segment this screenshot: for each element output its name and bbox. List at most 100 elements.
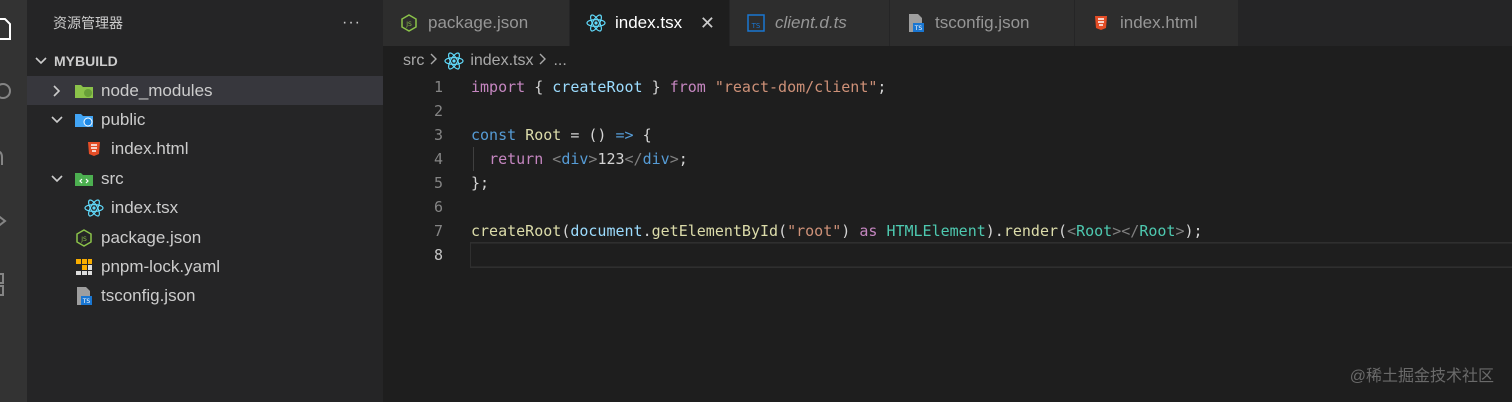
nodejs-icon: JS	[399, 13, 419, 33]
code-line-7: createRoot(document.getElementById("root…	[471, 219, 1512, 243]
code-token: >	[669, 150, 679, 168]
code-token: ;	[877, 78, 887, 96]
code-line-3: const Root = () => {	[471, 123, 1512, 147]
code-token: return	[489, 150, 544, 168]
activity-bar	[0, 0, 27, 402]
breadcrumb-more[interactable]: ...	[553, 52, 566, 70]
code-token: document	[570, 222, 643, 240]
project-root[interactable]: MYBUILD	[27, 46, 383, 76]
tree-item-node-modules[interactable]: node_modules	[27, 76, 383, 106]
tree-item-pnpm-lock[interactable]: pnpm-lock.yaml	[27, 252, 383, 281]
code-token: = ()	[561, 126, 616, 144]
line-number: 3	[433, 126, 443, 144]
code-token: {	[525, 78, 553, 96]
breadcrumb-file[interactable]: index.tsx	[470, 52, 533, 70]
tree-item-tsconfig-json[interactable]: TS tsconfig.json	[27, 282, 383, 311]
tree-item-label: public	[101, 110, 146, 130]
source-control-icon[interactable]	[0, 142, 27, 172]
code-token: createRoot	[552, 78, 643, 96]
more-actions-button[interactable]: ···	[342, 14, 361, 32]
code-token: {	[633, 126, 652, 144]
chevron-down-icon	[32, 57, 50, 65]
line-number: 1	[433, 78, 443, 96]
code-token: (	[561, 222, 571, 240]
extensions-icon[interactable]	[0, 270, 27, 300]
code-token: Root	[1076, 222, 1113, 240]
code-token: div	[642, 150, 670, 168]
code-line-1: import { createRoot } from "react-dom/cl…	[471, 75, 1512, 99]
explorer-title: 资源管理器	[53, 15, 123, 31]
code-editor[interactable]: import { createRoot } from "react-dom/cl…	[470, 75, 1512, 268]
tab-package-json[interactable]: JS package.json	[383, 0, 570, 46]
react-icon	[83, 198, 105, 218]
svg-text:JS: JS	[405, 21, 412, 28]
code-token: div	[561, 150, 589, 168]
line-number-gutter: 1 2 3 4 5 6 7 8	[383, 75, 443, 267]
svg-text:TS: TS	[82, 298, 91, 305]
tab-tsconfig-json[interactable]: TS tsconfig.json	[890, 0, 1075, 46]
code-line-5: };	[471, 171, 1512, 195]
tab-index-tsx[interactable]: index.tsx ✕	[570, 0, 730, 46]
line-number: 6	[433, 198, 443, 216]
code-token: .	[642, 222, 652, 240]
project-name: MYBUILD	[54, 53, 118, 69]
tree-item-label: index.tsx	[111, 198, 179, 218]
line-number: 4	[433, 150, 443, 168]
tree-item-index-html[interactable]: index.html	[27, 135, 383, 164]
folder-node-icon	[73, 81, 95, 101]
explorer-header: 资源管理器 ···	[27, 0, 383, 46]
files-icon[interactable]	[0, 14, 27, 44]
chevron-right-icon	[49, 85, 65, 97]
tab-label: index.tsx	[615, 13, 683, 32]
code-token: ;	[678, 150, 688, 168]
tab-client-d-ts[interactable]: TS client.d.ts	[730, 0, 890, 46]
search-icon[interactable]	[0, 76, 27, 106]
tsconfig-icon: TS	[73, 286, 95, 306]
line-number-current: 8	[433, 246, 443, 264]
line-number: 5	[433, 174, 443, 192]
tree-item-label: tsconfig.json	[101, 286, 196, 306]
tab-label: package.json	[428, 13, 529, 32]
tree-item-index-tsx[interactable]: index.tsx	[27, 194, 383, 223]
tree-item-src[interactable]: src	[27, 164, 383, 193]
react-icon	[444, 52, 464, 70]
chevron-down-icon	[49, 175, 65, 183]
code-token: >	[1112, 222, 1122, 240]
code-token: createRoot	[471, 222, 562, 240]
code-token: from	[669, 78, 706, 96]
tab-label: index.html	[1120, 13, 1198, 32]
pnpm-icon	[73, 257, 95, 277]
code-token: };	[471, 174, 490, 192]
tab-index-html[interactable]: index.html	[1075, 0, 1239, 46]
close-icon[interactable]: ✕	[700, 13, 715, 34]
code-token: ).	[985, 222, 1004, 240]
chevron-right-icon	[430, 52, 438, 70]
chevron-right-icon	[539, 52, 547, 70]
tab-label: tsconfig.json	[935, 13, 1030, 32]
svg-text:TS: TS	[751, 22, 761, 30]
code-token: <	[552, 150, 562, 168]
tree-item-public[interactable]: public	[27, 105, 383, 134]
code-token: getElementById	[651, 222, 779, 240]
breadcrumb-folder[interactable]: src	[403, 52, 424, 70]
tree-item-package-json[interactable]: JS package.json	[27, 223, 383, 252]
code-token: </	[624, 150, 643, 168]
code-token: );	[1184, 222, 1203, 240]
code-token: render	[1003, 222, 1059, 240]
code-token: }	[642, 78, 670, 96]
code-token: import	[471, 78, 526, 96]
code-token: HTMLElement	[886, 222, 986, 240]
tab-bar: JS package.json index.tsx ✕ TS client.d.…	[383, 0, 1512, 46]
run-debug-icon[interactable]	[0, 206, 27, 236]
tsconfig-icon: TS	[906, 13, 926, 33]
chevron-down-icon	[49, 116, 65, 124]
svg-text:JS: JS	[80, 236, 87, 243]
code-token: (	[1058, 222, 1068, 240]
line-number: 7	[433, 222, 443, 240]
nodejs-icon: JS	[73, 228, 95, 248]
code-token: Root	[525, 126, 562, 144]
